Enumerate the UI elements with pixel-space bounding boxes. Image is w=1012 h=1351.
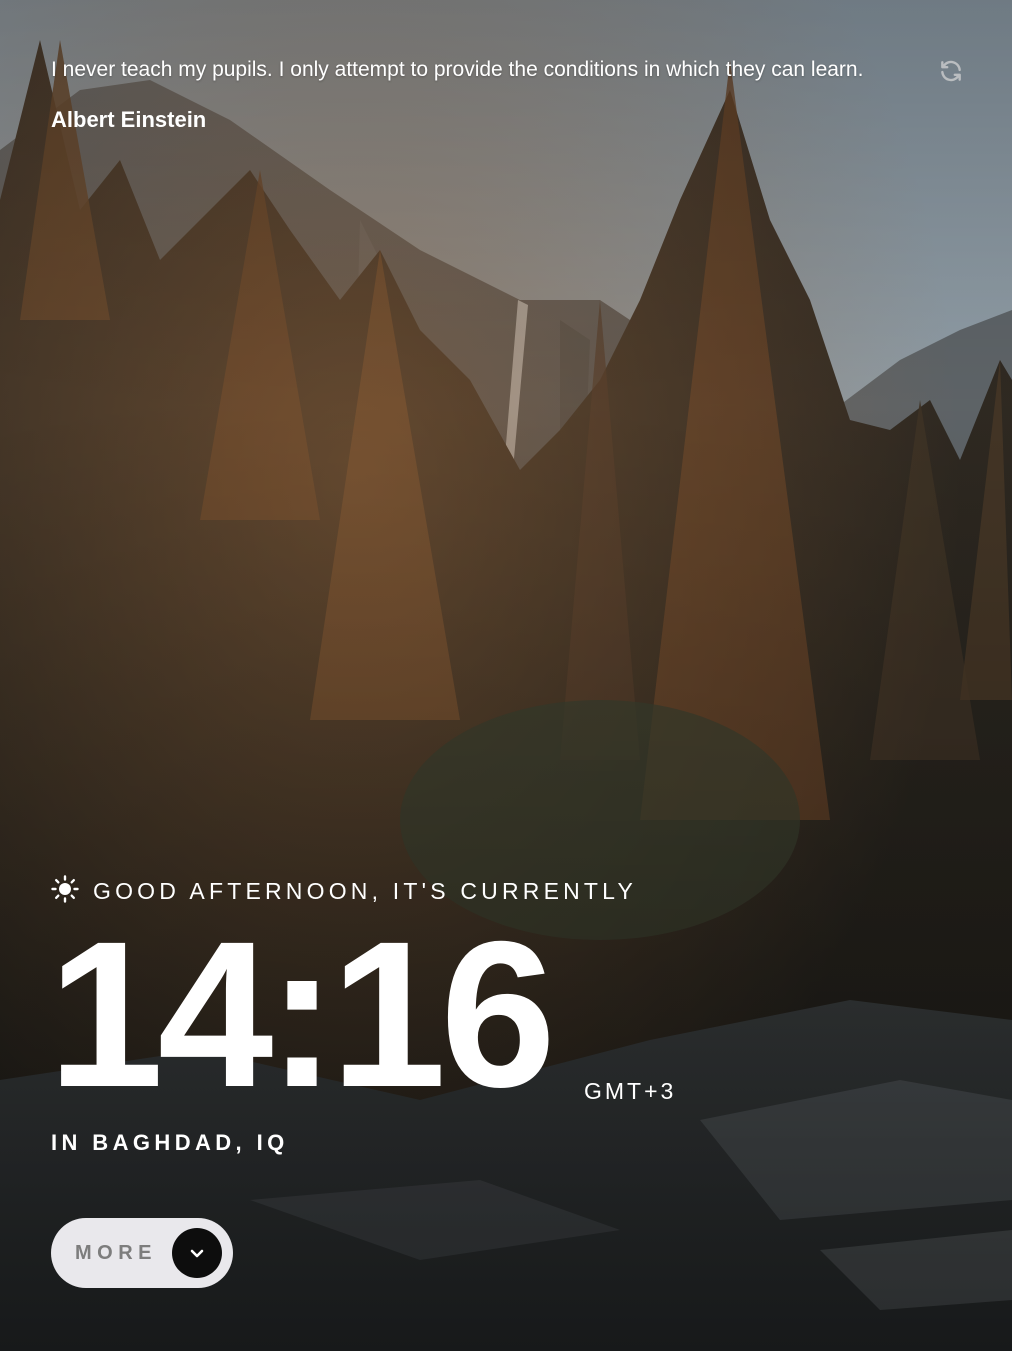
refresh-quote-button[interactable]	[936, 58, 966, 88]
quote-section: I never teach my pupils. I only attempt …	[51, 52, 931, 133]
more-button[interactable]: MORE	[51, 1218, 233, 1288]
more-button-label: MORE	[75, 1241, 157, 1264]
location-label: IN BAGHDAD, IQ	[51, 1130, 289, 1155]
quote-author: Albert Einstein	[51, 107, 207, 132]
current-time: 14:16	[48, 899, 556, 1131]
chevron-down-icon[interactable]	[172, 1228, 222, 1278]
quote-text: I never teach my pupils. I only attempt …	[51, 58, 864, 81]
refresh-icon	[938, 58, 964, 89]
clock-display: 14:16 GMT+3	[48, 899, 677, 1131]
timezone-label: GMT+3	[583, 1078, 677, 1104]
